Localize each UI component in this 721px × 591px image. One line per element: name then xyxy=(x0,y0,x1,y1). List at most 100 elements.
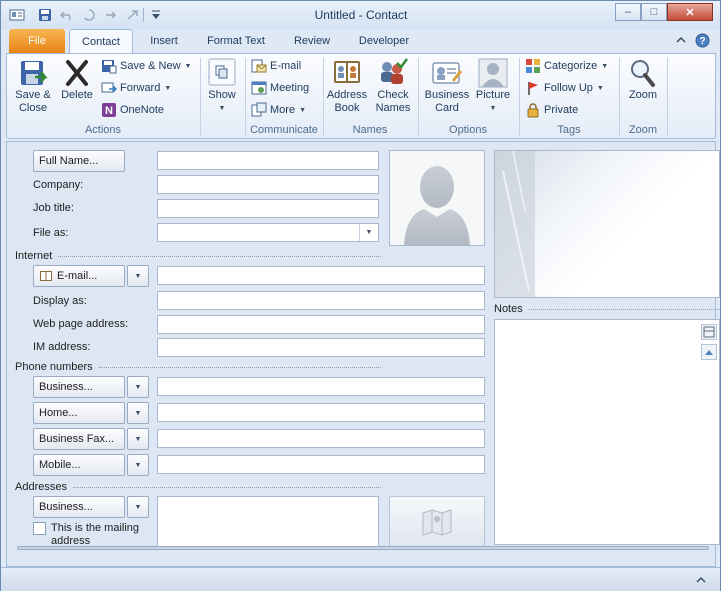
tab-review[interactable]: Review xyxy=(281,29,343,53)
follow-up-button[interactable]: Follow Up ▼ xyxy=(525,78,604,98)
tab-insert[interactable]: Insert xyxy=(137,29,191,53)
onenote-icon: N xyxy=(101,102,117,118)
maximize-button[interactable]: □ xyxy=(641,3,667,21)
forward-label: Forward xyxy=(120,82,161,94)
collapse-ribbon-icon[interactable] xyxy=(675,34,689,48)
file-as-select[interactable]: ▼ xyxy=(157,223,379,242)
private-button[interactable]: Private xyxy=(525,100,578,120)
close-button[interactable]: ✕ xyxy=(667,3,713,21)
tab-contact[interactable]: Contact xyxy=(69,29,133,53)
job-title-field[interactable] xyxy=(157,199,379,218)
undo-icon[interactable] xyxy=(59,7,75,23)
email-selector-label: E-mail... xyxy=(57,270,98,282)
save-close-icon xyxy=(21,61,48,85)
email-field[interactable] xyxy=(157,266,485,285)
phone-mobile-dropdown[interactable]: ▼ xyxy=(127,454,149,476)
address-book-label-1: Address xyxy=(326,89,368,101)
phone-home-button[interactable]: Home... xyxy=(33,402,125,424)
address-business-button[interactable]: Business... xyxy=(33,496,125,518)
horizontal-scrollbar[interactable] xyxy=(17,546,709,550)
phone-home-field[interactable] xyxy=(157,403,485,422)
onenote-button[interactable]: N OneNote xyxy=(101,100,164,120)
display-as-label: Display as: xyxy=(33,295,87,307)
status-bar-expand-icon[interactable] xyxy=(695,574,707,586)
forward-button[interactable]: Forward ▼ xyxy=(101,78,171,98)
email-selector-button[interactable]: E-mail... xyxy=(33,265,125,287)
flag-icon xyxy=(525,80,541,96)
business-card-preview[interactable] xyxy=(494,150,720,298)
company-field[interactable] xyxy=(157,175,379,194)
business-card-button[interactable]: Business Card xyxy=(421,57,473,115)
im-address-field[interactable] xyxy=(157,338,485,357)
contact-app-icon[interactable] xyxy=(9,7,25,23)
full-name-field[interactable] xyxy=(157,151,379,170)
email-selector-dropdown[interactable]: ▼ xyxy=(127,265,149,287)
notes-scroll-up-icon[interactable] xyxy=(701,344,717,360)
email-button[interactable]: E-mail xyxy=(251,56,301,76)
more-button[interactable]: More ▼ xyxy=(251,100,306,120)
redo-icon[interactable] xyxy=(81,7,97,23)
customize-qat-icon[interactable] xyxy=(148,7,164,23)
lock-icon xyxy=(525,102,541,118)
phone-mobile-field[interactable] xyxy=(157,455,485,474)
address-book-button[interactable]: Address Book xyxy=(325,57,369,115)
person-silhouette-icon xyxy=(404,166,470,245)
window-title: Untitled - Contact xyxy=(314,8,408,22)
meeting-label: Meeting xyxy=(270,82,310,94)
meeting-button[interactable]: Meeting xyxy=(251,78,309,98)
zoom-label: Zoom xyxy=(628,89,658,101)
display-as-field[interactable] xyxy=(157,291,485,310)
picture-button[interactable]: Picture ▼ xyxy=(473,57,513,115)
group-separator xyxy=(667,58,668,136)
show-button[interactable]: Show ▼ xyxy=(205,57,239,115)
phone-business-fax-button[interactable]: Business Fax... xyxy=(33,428,125,450)
phone-business-field[interactable] xyxy=(157,377,485,396)
save-close-label-1: Save & xyxy=(15,89,51,101)
help-icon[interactable]: ? xyxy=(695,33,710,48)
group-label-communicate: Communicate xyxy=(250,124,318,136)
address-business-dropdown[interactable]: ▼ xyxy=(127,496,149,518)
full-name-button[interactable]: Full Name... xyxy=(33,150,125,172)
svg-text:?: ? xyxy=(699,36,705,47)
phone-mobile-button[interactable]: Mobile... xyxy=(33,454,125,476)
delete-button[interactable]: Delete xyxy=(57,57,97,102)
save-and-close-button[interactable]: Save & Close xyxy=(13,57,53,115)
previous-item-icon[interactable] xyxy=(103,7,119,23)
group-label-tags: Tags xyxy=(557,124,581,136)
phone-business-fax-dropdown[interactable]: ▼ xyxy=(127,428,149,450)
onenote-label: OneNote xyxy=(120,104,165,116)
phone-business-button[interactable]: Business... xyxy=(33,376,125,398)
categorize-button[interactable]: Categorize ▼ xyxy=(525,56,608,76)
next-item-icon[interactable] xyxy=(125,7,141,23)
check-names-label-2: Names xyxy=(375,102,411,114)
web-page-field[interactable] xyxy=(157,315,485,334)
zoom-button[interactable]: Zoom xyxy=(623,57,663,102)
save-icon[interactable] xyxy=(37,7,53,23)
group-separator xyxy=(200,58,201,136)
private-label: Private xyxy=(544,104,579,116)
tab-developer[interactable]: Developer xyxy=(347,29,421,53)
map-it-button[interactable] xyxy=(389,496,485,548)
mailing-address-checkbox[interactable] xyxy=(33,522,46,535)
minimize-button[interactable]: – xyxy=(615,3,641,21)
notes-field[interactable] xyxy=(494,319,720,545)
address-book-icon xyxy=(334,61,360,83)
email-icon xyxy=(251,58,267,74)
delete-icon xyxy=(66,60,88,86)
address-field[interactable] xyxy=(157,496,379,548)
meeting-icon xyxy=(251,80,267,96)
notes-section-header: Notes xyxy=(494,303,720,315)
notes-pane-icon[interactable] xyxy=(701,324,717,340)
phone-business-fax-field[interactable] xyxy=(157,429,485,448)
contact-picture[interactable] xyxy=(389,150,485,246)
check-names-button[interactable]: Check Names xyxy=(371,57,415,115)
title-bar: Untitled - Contact – □ ✕ xyxy=(1,1,720,29)
file-as-dropdown-icon[interactable]: ▼ xyxy=(359,224,378,241)
phone-business-dropdown[interactable]: ▼ xyxy=(127,376,149,398)
tab-format-text[interactable]: Format Text xyxy=(195,29,277,53)
save-and-new-button[interactable]: Save & New ▼ xyxy=(101,56,191,76)
categorize-dropdown-icon: ▼ xyxy=(601,62,609,70)
tab-file[interactable]: File xyxy=(9,29,65,53)
magnifier-icon xyxy=(631,60,655,87)
phone-home-dropdown[interactable]: ▼ xyxy=(127,402,149,424)
